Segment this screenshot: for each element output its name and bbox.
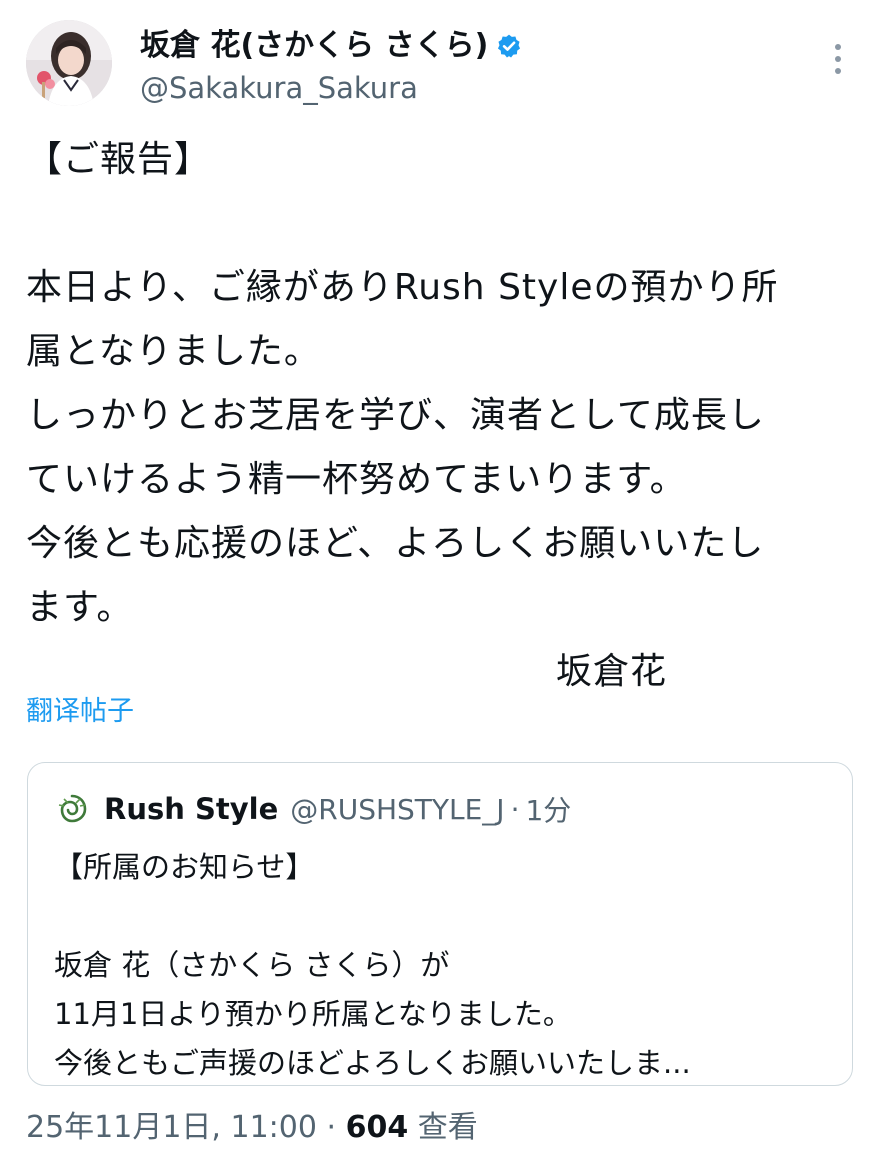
quoted-author-name[interactable]: Rush Style [104, 792, 278, 826]
author-display-name[interactable]: 坂倉 花(さかくら さくら) [140, 26, 488, 66]
post-header: 坂倉 花(さかくら さくら) @Sakakura_Sakura [26, 20, 856, 110]
post-line: しっかりとお芝居を学び、演者として成長し [26, 395, 765, 436]
author-names: 坂倉 花(さかくら さくら) @Sakakura_Sakura [140, 26, 522, 108]
post-line-blank [26, 192, 856, 256]
avatar[interactable] [26, 20, 112, 106]
quoted-author-handle[interactable]: @RUSHSTYLE_J [290, 793, 504, 826]
quoted-line: 坂倉 花（さかくら さくら）が [54, 948, 450, 982]
views-label: 查看 [417, 1110, 478, 1145]
quoted-separator: · [510, 792, 520, 826]
display-name-row: 坂倉 花(さかくら さくら) [140, 26, 522, 66]
quoted-post[interactable]: Rush Style @RUSHSTYLE_J · 1分 【所属のお知らせ】 坂… [27, 762, 853, 1086]
rush-style-logo [54, 791, 90, 827]
post-signature: 坂倉花 [556, 651, 668, 692]
quoted-post-text: 【所属のお知らせ】 坂倉 花（さかくら さくら）が 11月1日より預かり所属とな… [54, 843, 691, 1088]
post-line: 本日より、ご縁がありRush Styleの預かり所 [26, 267, 779, 308]
post-line: ていけるよう精一杯努めてまいります。 [26, 459, 687, 500]
post: 坂倉 花(さかくら さくら) @Sakakura_Sakura 【ご報告】 本日… [0, 0, 882, 1170]
post-line: ます。 [26, 587, 134, 628]
post-line: 今後とも応援のほど、よろしくお願いいたし [26, 523, 765, 564]
translate-post-link[interactable]: 翻译帖子 [26, 694, 134, 730]
verified-badge-icon [498, 34, 521, 58]
quoted-line: 11月1日より預かり所属となりました。 [54, 997, 572, 1031]
post-text: 【ご報告】 本日より、ご縁がありRush Styleの預かり所 属となりました。… [26, 128, 856, 704]
quoted-timestamp[interactable]: 1分 [525, 789, 571, 829]
quoted-line-blank [54, 892, 691, 941]
post-line: 属となりました。 [26, 331, 321, 372]
meta-separator: · [326, 1110, 337, 1145]
post-meta: 25年11月1日, 11:00 · 604 查看 [26, 1106, 478, 1150]
more-vertical-icon[interactable] [828, 42, 848, 76]
author-handle[interactable]: @Sakakura_Sakura [140, 68, 522, 108]
quoted-line: 【所属のお知らせ】 [54, 850, 315, 884]
quoted-line: 今後ともご声援のほどよろしくお願いいたしま... [54, 1046, 691, 1080]
post-timestamp[interactable]: 25年11月1日, 11:00 [26, 1110, 317, 1145]
quoted-post-header: Rush Style @RUSHSTYLE_J · 1分 [54, 787, 571, 831]
views-count: 604 [345, 1110, 409, 1145]
post-line: 【ご報告】 [26, 139, 212, 180]
